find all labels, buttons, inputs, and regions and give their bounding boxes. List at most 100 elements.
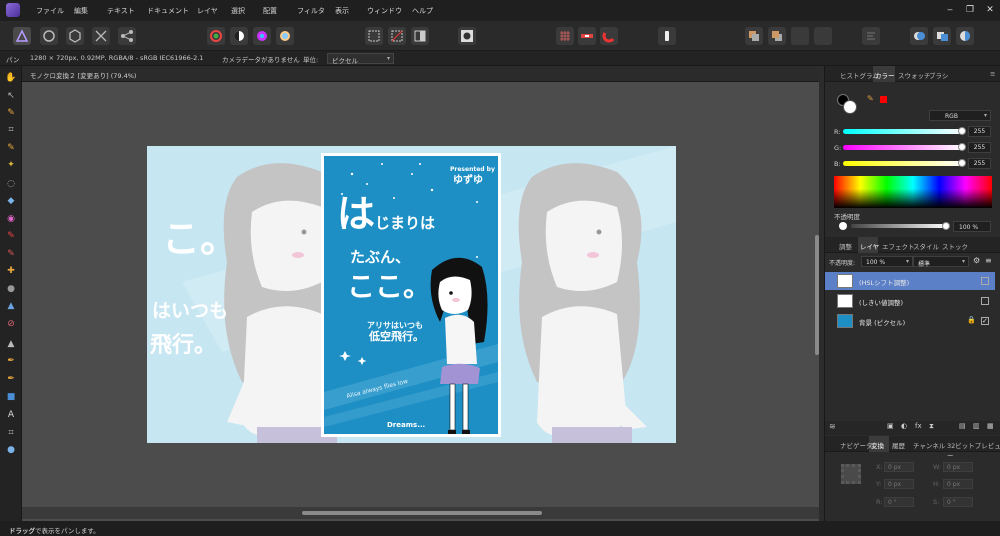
maximize-icon[interactable]: ❐	[965, 5, 975, 15]
mask-layer-icon[interactable]: ▣	[887, 422, 894, 430]
w-field[interactable]: 0 px	[943, 462, 973, 472]
align-icon[interactable]	[862, 27, 880, 45]
tab-brushes[interactable]: ブラシ	[929, 70, 948, 80]
canvas-area[interactable]: はいつも 飛行。 こ。 Presented by ゆずゆ は じまりは たぶん、…	[22, 82, 819, 521]
gear-icon[interactable]: ⚙	[973, 256, 980, 265]
tab-swatches[interactable]: スウォッチ	[898, 70, 931, 80]
color-wheel-icon[interactable]	[207, 27, 225, 45]
arrange-front-icon[interactable]	[791, 27, 809, 45]
hsl-icon[interactable]	[253, 27, 271, 45]
tab-32bit-preview[interactable]: 32ビットプレビュー	[947, 440, 1000, 460]
opacity-field[interactable]: 100 %	[953, 221, 991, 232]
minimize-icon[interactable]: ‒	[945, 5, 955, 15]
blend-mode-dropdown[interactable]: 標準 ▾	[913, 256, 969, 268]
anchor-selector-icon[interactable]	[841, 464, 861, 484]
menu-document[interactable]: ドキュメント	[147, 6, 189, 16]
tab-adjustments[interactable]: 調整	[839, 241, 852, 251]
b-slider-knob[interactable]	[958, 159, 966, 167]
tab-color[interactable]: カラー	[875, 70, 895, 80]
tab-navigator[interactable]: ナビゲータ	[840, 440, 873, 450]
layer-visibility-checkbox[interactable]: ✓	[981, 317, 989, 325]
rectangle-tool-icon[interactable]: ■	[5, 391, 17, 403]
grid-icon[interactable]	[556, 27, 574, 45]
rotate-field[interactable]: 0 °	[884, 497, 914, 507]
g-slider-knob[interactable]	[958, 143, 966, 151]
unit-dropdown[interactable]: ピクセル ▾	[327, 53, 394, 65]
add-layer-icon[interactable]: ▥	[973, 422, 980, 430]
text-tool-icon[interactable]: A	[5, 409, 17, 421]
dodge-tool-icon[interactable]: ✎	[5, 248, 17, 260]
tab-layers[interactable]: レイヤ	[860, 241, 879, 251]
arrange-forward-icon[interactable]	[768, 27, 786, 45]
lock-icon[interactable]: 🔒	[967, 316, 976, 324]
adjustment-layer-icon[interactable]: ◐	[901, 422, 907, 430]
fill-color-well[interactable]	[843, 100, 857, 114]
layer-lock-icon[interactable]: ≡	[985, 256, 992, 265]
live-filter-icon[interactable]: ⧗	[929, 422, 934, 431]
menu-view[interactable]: 表示	[335, 6, 349, 16]
menu-file[interactable]: ファイル	[36, 6, 64, 16]
tab-history[interactable]: 履歴	[892, 440, 905, 450]
photo-persona-icon[interactable]	[13, 27, 31, 45]
g-value[interactable]: 255	[968, 142, 991, 153]
tab-channels[interactable]: チャンネル	[913, 440, 945, 450]
view-tool-hand-icon[interactable]: ✋	[5, 72, 17, 84]
tab-effects[interactable]: エフェクト	[882, 241, 915, 251]
white-balance-icon[interactable]	[276, 27, 294, 45]
shear-field[interactable]: 0 °	[943, 497, 973, 507]
assistant-icon[interactable]	[658, 27, 676, 45]
y-field[interactable]: 0 px	[884, 479, 914, 489]
boolean-subtract-icon[interactable]	[933, 27, 951, 45]
b-slider[interactable]	[843, 161, 963, 166]
menu-select[interactable]: 選択	[231, 6, 245, 16]
x-field[interactable]: 0 px	[884, 462, 914, 472]
b-value[interactable]: 255	[968, 158, 991, 169]
menu-text[interactable]: テキスト	[107, 6, 135, 16]
group-icon[interactable]: ▤	[959, 422, 966, 430]
move-tool-icon[interactable]: ↖	[5, 90, 17, 102]
menu-window[interactable]: ウィンドウ	[367, 6, 402, 16]
clone-brush-tool-icon[interactable]: ▲	[5, 300, 17, 312]
h-field[interactable]: 0 px	[943, 479, 973, 489]
zoom-tool-icon[interactable]: ●	[5, 444, 17, 456]
paint-brush-tool-icon[interactable]: ✎	[5, 230, 17, 242]
mesh-warp-tool-icon[interactable]: ⌗	[5, 427, 17, 439]
eyedropper-icon[interactable]: ✎	[867, 94, 874, 103]
marquee-icon[interactable]	[365, 27, 383, 45]
liquify-persona-icon[interactable]	[40, 27, 58, 45]
layer-row[interactable]: 背景 (ピクセル) 🔒 ✓	[825, 312, 995, 330]
menu-help[interactable]: ヘルプ	[412, 6, 433, 16]
tab-transform[interactable]: 変換	[871, 440, 884, 450]
layer-row[interactable]: (HSLシフト調整)	[825, 272, 995, 290]
tab-stock[interactable]: ストック	[942, 241, 968, 251]
menu-edit[interactable]: 編集	[74, 6, 88, 16]
r-slider[interactable]	[843, 129, 963, 134]
tab-histogram[interactable]: ヒストグラム	[840, 70, 879, 80]
layer-visibility-checkbox[interactable]	[981, 277, 989, 285]
tab-styles[interactable]: スタイル	[913, 241, 939, 251]
horizontal-scrollbar[interactable]	[22, 507, 819, 519]
opacity-slider[interactable]	[851, 224, 947, 228]
menu-layer[interactable]: レイヤ	[197, 6, 218, 16]
g-slider[interactable]	[843, 145, 963, 150]
red-eye-tool-icon[interactable]: ⊘	[5, 318, 17, 330]
vertical-scrollbar[interactable]	[815, 235, 819, 355]
crop-tool-icon[interactable]: ⌗	[5, 124, 17, 136]
magnet-icon[interactable]	[600, 27, 618, 45]
export-persona-icon[interactable]	[118, 27, 136, 45]
layer-opacity-field[interactable]: 100 % ▾	[861, 256, 913, 267]
develop-persona-icon[interactable]	[66, 27, 84, 45]
blur-brush-tool-icon[interactable]: ●	[5, 283, 17, 295]
flood-select-tool-icon[interactable]: ✦	[5, 159, 17, 171]
r-slider-knob[interactable]	[958, 127, 966, 135]
color-mode-dropdown[interactable]: RGB ▾	[929, 110, 991, 121]
deselect-icon[interactable]	[388, 27, 406, 45]
swatch-red[interactable]	[880, 96, 887, 103]
document-tab[interactable]: モノクロ変換２ [変更あり] (79.4%)	[22, 66, 819, 82]
close-icon[interactable]: ✕	[985, 5, 995, 15]
color-spectrum[interactable]	[834, 176, 992, 208]
flood-fill-tool-icon[interactable]: ◆	[5, 195, 17, 207]
boolean-intersect-icon[interactable]	[956, 27, 974, 45]
arrange-backmost-icon[interactable]	[814, 27, 832, 45]
panel-menu-icon[interactable]: ≡	[990, 70, 995, 78]
